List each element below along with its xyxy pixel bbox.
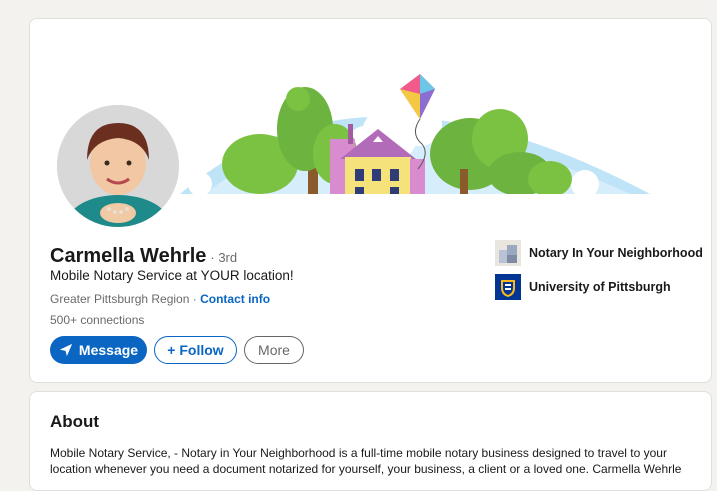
connections-count: 500+ connections xyxy=(50,313,145,327)
profile-name: Carmella Wehrle xyxy=(50,245,207,267)
org-name: University of Pittsburgh xyxy=(529,279,671,294)
send-icon xyxy=(59,343,73,357)
about-section: About Mobile Notary Service, - Notary in… xyxy=(29,391,712,491)
location-row: Greater Pittsburgh Region · Contact info xyxy=(50,292,270,306)
message-button[interactable]: Message xyxy=(50,336,147,364)
organizations-list: Notary In Your Neighborhood University o… xyxy=(495,239,703,307)
connection-degree: · 3rd xyxy=(210,250,238,265)
profile-name-row: Carmella Wehrle · 3rd xyxy=(50,245,237,268)
org-name: Notary In Your Neighborhood xyxy=(529,245,703,260)
org-item-current-company[interactable]: Notary In Your Neighborhood xyxy=(495,239,703,266)
more-button-label: More xyxy=(258,342,290,358)
company-logo-icon xyxy=(495,239,521,266)
profile-photo-avatar[interactable] xyxy=(53,101,183,231)
profile-location: Greater Pittsburgh Region · xyxy=(50,292,197,306)
message-button-label: Message xyxy=(78,342,139,358)
contact-info-link[interactable]: Contact info xyxy=(200,292,270,306)
profile-actions: Message + Follow More xyxy=(50,336,304,364)
about-text: Mobile Notary Service, - Notary in Your … xyxy=(50,446,682,476)
person-photo-icon xyxy=(57,105,179,227)
more-button[interactable]: More xyxy=(244,336,304,364)
university-crest-icon xyxy=(495,273,521,300)
follow-button-label: + Follow xyxy=(167,342,224,358)
profile-headline: Mobile Notary Service at YOUR location! xyxy=(50,268,294,283)
profile-card: Carmella Wehrle · 3rd Mobile Notary Serv… xyxy=(29,18,712,383)
org-item-education[interactable]: University of Pittsburgh xyxy=(495,273,703,300)
follow-button[interactable]: + Follow xyxy=(154,336,237,364)
about-title: About xyxy=(50,412,100,431)
